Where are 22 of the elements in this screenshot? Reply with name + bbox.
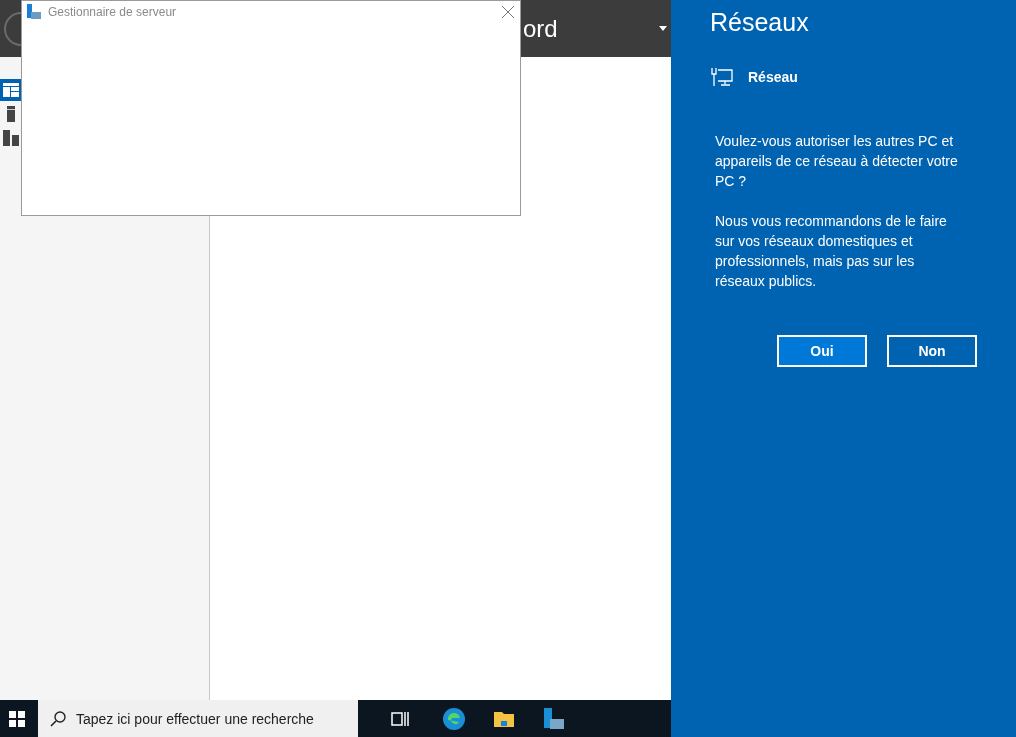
search-icon (50, 710, 66, 727)
sidebar-item[interactable] (0, 79, 22, 101)
network-icon (710, 67, 734, 87)
flyout-title: Réseaux (710, 8, 810, 37)
search-field[interactable]: Tapez ici pour effectuer une recherche (38, 700, 358, 737)
flyout-text: Voulez-vous autoriser les autres PC et appareils de ce réseau à détecter votre PC ? (715, 132, 959, 191)
window-title: Gestionnaire de serveur (48, 5, 177, 19)
dashboard-icon (3, 83, 19, 97)
flyout-text: Nous vous recommandons de le faire sur vos réseaux domestiques et professionnels, mais pas sur les réseaux publics. (715, 212, 948, 291)
server-manager-icon[interactable] (542, 706, 566, 731)
sidebar-item[interactable] (0, 127, 22, 149)
page-title: ord (523, 14, 558, 43)
choice-button[interactable]: Non (887, 335, 977, 367)
server-manager-icon (26, 4, 42, 20)
start-icon[interactable] (9, 710, 25, 727)
choice-button[interactable]: Oui (777, 335, 867, 367)
caret-icon[interactable] (659, 25, 667, 32)
browser-icon[interactable] (442, 706, 466, 731)
close-icon[interactable] (502, 6, 514, 18)
network-name: Réseau (748, 69, 798, 85)
servers-icon (3, 130, 19, 146)
server-icon (7, 106, 15, 122)
